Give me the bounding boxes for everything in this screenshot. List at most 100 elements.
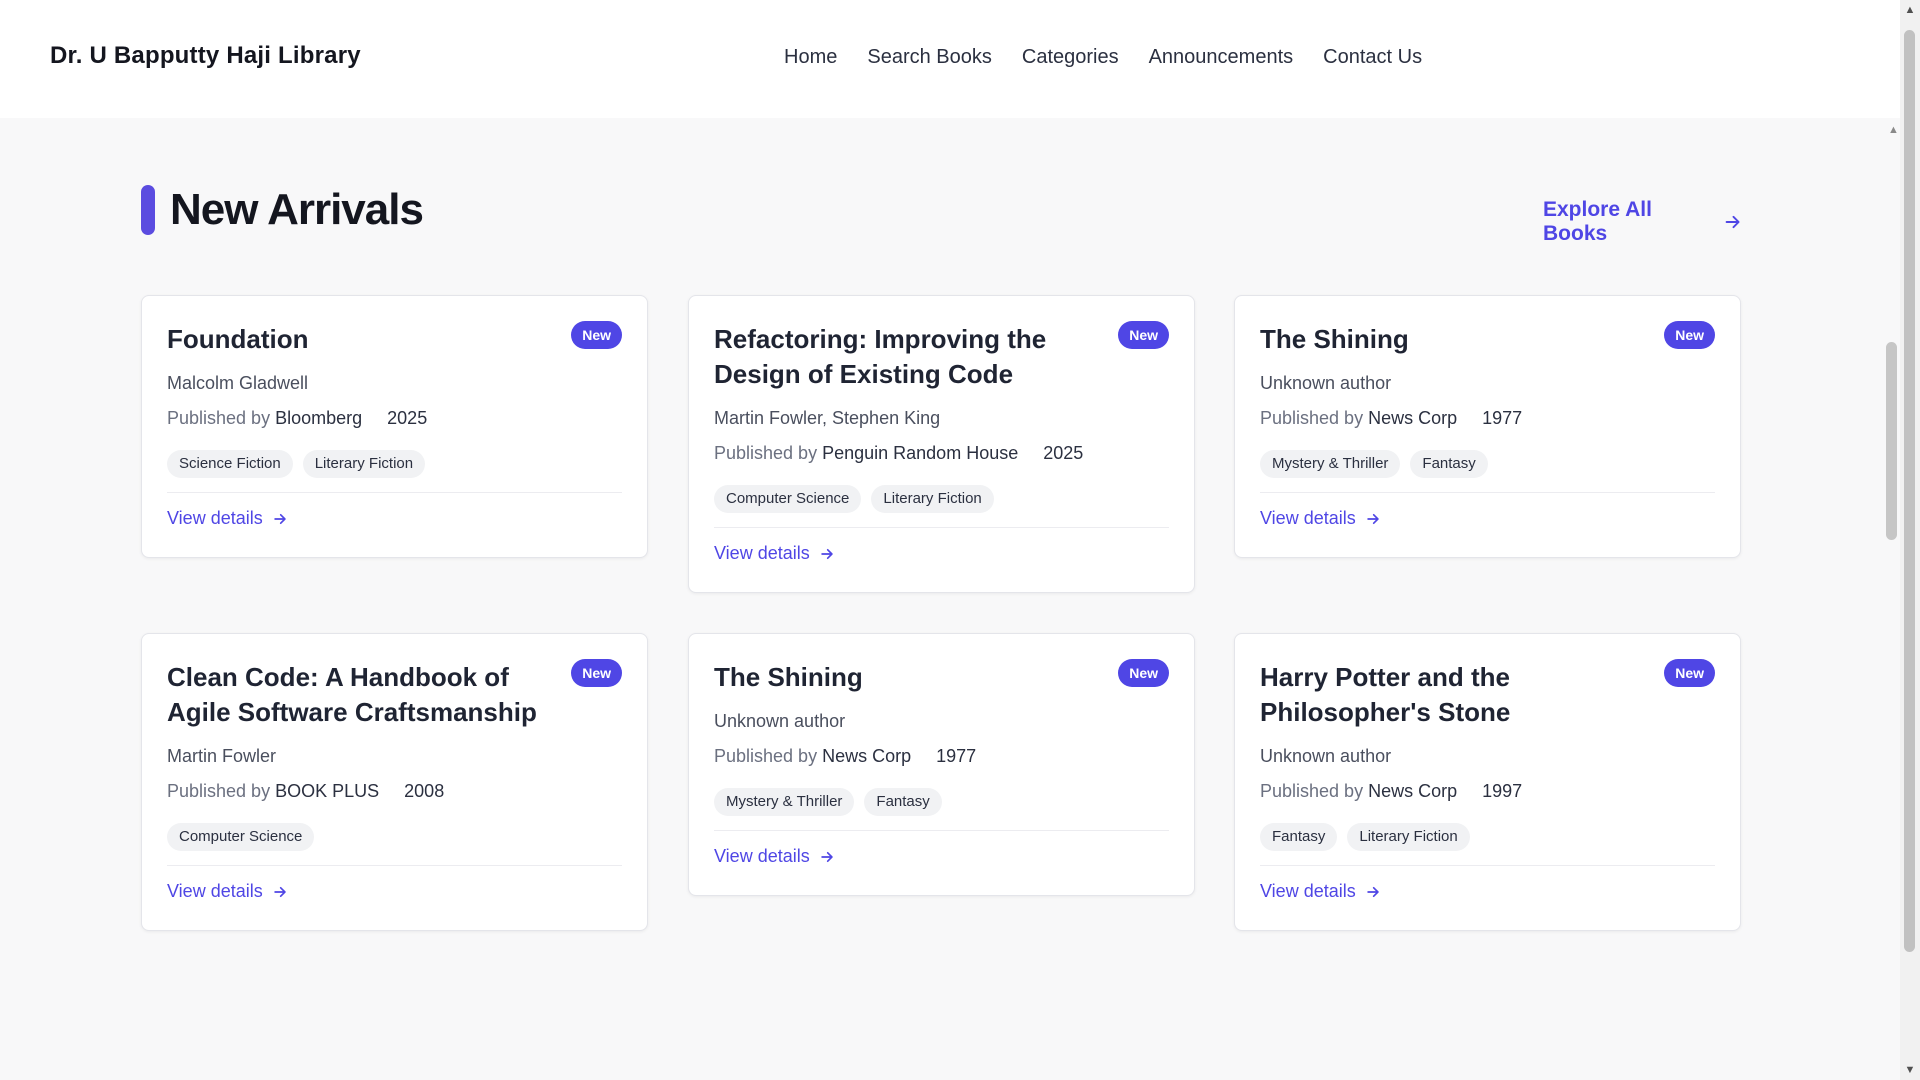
arrow-right-icon: [1366, 513, 1379, 524]
new-badge: New: [1118, 659, 1169, 687]
card-divider: [167, 492, 622, 493]
nav-search-books[interactable]: Search Books: [867, 46, 992, 69]
main-content: [0, 118, 1900, 1080]
arrow-right-icon: [273, 886, 286, 897]
book-title[interactable]: Foundation: [167, 322, 567, 357]
book-year: 1977: [1482, 408, 1523, 428]
book-card[interactable]: The Shining New Unknown author Published…: [1234, 295, 1741, 558]
book-publisher: BOOK PLUS: [275, 781, 380, 801]
book-tags: Computer Science Literary Fiction: [714, 485, 994, 513]
book-publisher: Bloomberg: [275, 408, 363, 428]
book-publisher: News Corp: [822, 746, 912, 766]
published-by-label: Published by: [1260, 781, 1364, 801]
book-publication: Published by News Corp 1977: [714, 746, 976, 767]
new-badge: New: [1664, 659, 1715, 687]
new-badge: New: [571, 659, 622, 687]
category-tag[interactable]: Fantasy: [864, 788, 942, 816]
category-tag[interactable]: Literary Fiction: [871, 485, 994, 513]
section-accent-bar: [141, 185, 155, 235]
category-tag[interactable]: Fantasy: [1410, 450, 1488, 478]
view-details-link[interactable]: View details: [714, 543, 834, 564]
category-tag[interactable]: Mystery & Thriller: [714, 788, 855, 816]
book-publication: Published by News Corp 1977: [1260, 408, 1522, 429]
book-title[interactable]: The Shining: [1260, 322, 1660, 357]
nav-home[interactable]: Home: [784, 46, 837, 69]
category-tag[interactable]: Literary Fiction: [302, 450, 426, 478]
book-author: Unknown author: [1260, 746, 1392, 766]
book-tags: Mystery & Thriller Fantasy: [714, 788, 942, 816]
top-navbar: Dr. U Bapputty Haji Library Home Search …: [0, 0, 1900, 118]
book-title[interactable]: Clean Code: A Handbook of Agile Software…: [167, 660, 567, 730]
book-tags: Science Fiction Literary Fiction: [167, 450, 426, 478]
arrow-right-icon: [820, 548, 833, 559]
book-year: 2025: [387, 408, 428, 428]
view-details-label: View details: [167, 881, 263, 901]
book-card[interactable]: Harry Potter and the Philosopher's Stone…: [1234, 633, 1741, 931]
card-divider: [167, 865, 622, 866]
view-details-link[interactable]: View details: [167, 508, 287, 529]
book-year: 2008: [404, 781, 445, 801]
category-tag[interactable]: Literary Fiction: [1347, 823, 1470, 851]
book-card[interactable]: The Shining New Unknown author Published…: [688, 633, 1195, 896]
book-author: Unknown author: [714, 711, 846, 731]
view-details-link[interactable]: View details: [1260, 881, 1380, 902]
view-details-link[interactable]: View details: [167, 881, 287, 902]
book-card[interactable]: Clean Code: A Handbook of Agile Software…: [141, 633, 648, 931]
arrow-right-icon: [1725, 215, 1740, 229]
book-publication: Published by News Corp 1997: [1260, 781, 1522, 802]
book-author: Malcolm Gladwell: [167, 373, 309, 393]
card-divider: [714, 830, 1169, 831]
book-title[interactable]: Refactoring: Improving the Design of Exi…: [714, 322, 1114, 392]
book-year: 1997: [1482, 781, 1523, 801]
book-author: Martin Fowler: [167, 746, 277, 766]
book-author: Unknown author: [1260, 373, 1392, 393]
nav-announcements[interactable]: Announcements: [1149, 46, 1294, 69]
book-tags: Fantasy Literary Fiction: [1260, 823, 1470, 851]
book-card[interactable]: Foundation New Malcolm Gladwell Publishe…: [141, 295, 648, 558]
book-publication: Published by Bloomberg 2025: [167, 408, 427, 429]
book-publication: Published by Penguin Random House 2025: [714, 443, 1083, 464]
view-details-label: View details: [1260, 881, 1356, 901]
new-badge: New: [1118, 321, 1169, 349]
category-tag[interactable]: Computer Science: [714, 485, 862, 513]
book-publisher: News Corp: [1368, 781, 1458, 801]
view-details-label: View details: [714, 543, 810, 563]
book-year: 1977: [936, 746, 977, 766]
inner-scroll-up-arrow-icon[interactable]: ▲: [1887, 124, 1900, 137]
arrow-right-icon: [273, 513, 286, 524]
book-card[interactable]: Refactoring: Improving the Design of Exi…: [688, 295, 1195, 593]
explore-label: Explore All Books: [1543, 198, 1652, 245]
category-tag[interactable]: Fantasy: [1260, 823, 1338, 851]
view-details-label: View details: [167, 508, 263, 528]
nav-contact-us[interactable]: Contact Us: [1323, 46, 1422, 69]
book-tags: Computer Science: [167, 823, 315, 851]
book-title[interactable]: The Shining: [714, 660, 1114, 695]
book-publication: Published by BOOK PLUS 2008: [167, 781, 444, 802]
card-divider: [714, 527, 1169, 528]
view-details-label: View details: [714, 846, 810, 866]
arrow-right-icon: [820, 851, 833, 862]
view-details-link[interactable]: View details: [1260, 508, 1380, 529]
scroll-down-arrow-icon[interactable]: ▼: [1904, 1064, 1916, 1076]
new-arrivals-header: New Arrivals Explore All Books: [141, 185, 1741, 245]
new-badge: New: [571, 321, 622, 349]
book-title[interactable]: Harry Potter and the Philosopher's Stone: [1260, 660, 1660, 730]
page-scrollbar-thumb[interactable]: [1904, 30, 1915, 952]
view-details-link[interactable]: View details: [714, 846, 834, 867]
library-brand[interactable]: Dr. U Bapputty Haji Library: [50, 42, 361, 70]
category-tag[interactable]: Mystery & Thriller: [1260, 450, 1401, 478]
nav-categories[interactable]: Categories: [1022, 46, 1119, 69]
inner-scrollbar-thumb[interactable]: [1886, 342, 1897, 540]
published-by-label: Published by: [1260, 408, 1364, 428]
book-publisher: Penguin Random House: [822, 443, 1019, 463]
card-divider: [1260, 492, 1715, 493]
explore-all-books-link[interactable]: Explore All Books: [1543, 198, 1741, 246]
published-by-label: Published by: [167, 781, 271, 801]
published-by-label: Published by: [167, 408, 271, 428]
card-divider: [1260, 865, 1715, 866]
book-tags: Mystery & Thriller Fantasy: [1260, 450, 1488, 478]
section-title: New Arrivals: [170, 185, 424, 234]
scroll-up-arrow-icon[interactable]: ▲: [1904, 4, 1916, 16]
category-tag[interactable]: Computer Science: [167, 823, 315, 851]
category-tag[interactable]: Science Fiction: [167, 450, 293, 478]
